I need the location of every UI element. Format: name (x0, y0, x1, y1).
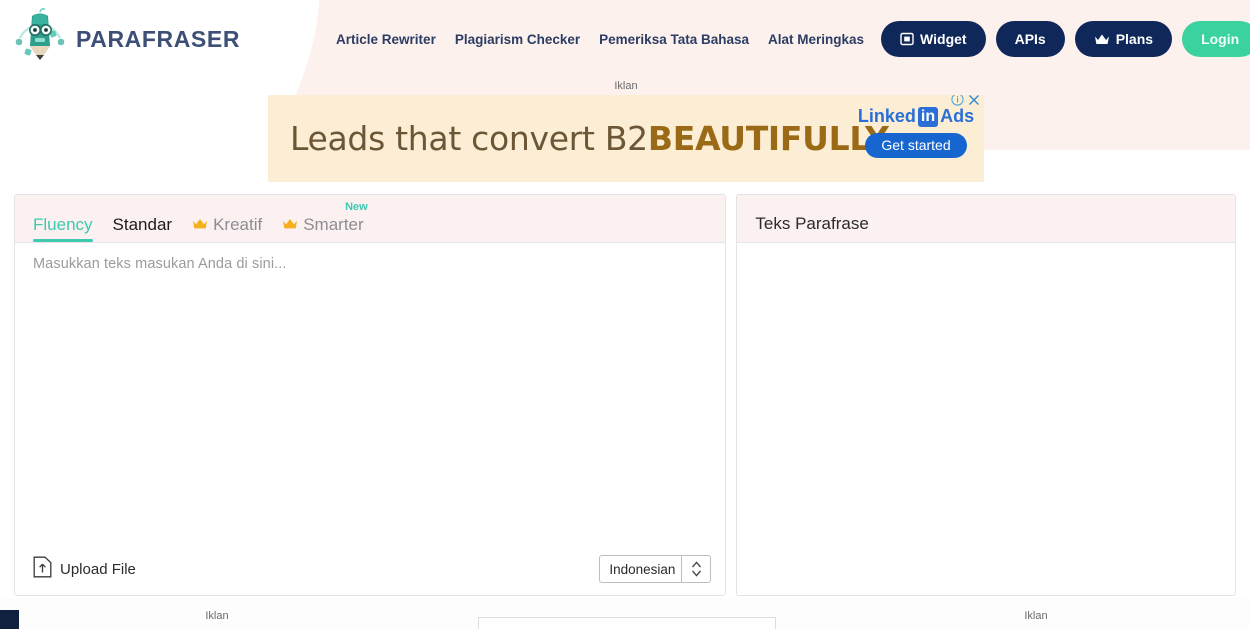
ad-label-top: Iklan (614, 80, 638, 92)
top-navigation-bar: PARAFRASER Article Rewriter Plagiarism C… (0, 0, 1250, 78)
ad-headline-plain: Leads that convert B2 (290, 119, 648, 158)
tab-smarter[interactable]: Smarter New (282, 201, 368, 242)
output-panel: Teks Parafrase (736, 194, 1236, 596)
nav-link-article-rewriter[interactable]: Article Rewriter (336, 32, 436, 47)
tab-smarter-label: Smarter (303, 215, 364, 234)
close-icon[interactable] (968, 95, 980, 110)
pencil-mascot-icon (14, 8, 66, 70)
ad-advertiser-block: Linked in Ads Get started (854, 106, 978, 158)
ad-label-bottom-right: Iklan (1024, 610, 1048, 622)
plans-button-label: Plans (1115, 31, 1154, 47)
mode-tabs-bar: Fluency Standar Kreatif Smarter New (15, 195, 726, 243)
nav-buttons: Widget APIs Plans Login Register (881, 21, 1250, 57)
tab-kreatif[interactable]: Kreatif (192, 215, 262, 242)
nav-link-pemeriksa-tata-bahasa[interactable]: Pemeriksa Tata Bahasa (599, 32, 749, 47)
language-selector[interactable]: Indonesian (599, 555, 712, 583)
plans-button[interactable]: Plans (1074, 21, 1173, 57)
linkedin-prefix: Linked (857, 106, 916, 126)
ad-cta-button[interactable]: Get started (865, 133, 967, 158)
tab-kreatif-label: Kreatif (213, 215, 263, 234)
ad-label-bottom-left: Iklan (205, 610, 229, 622)
widget-icon (900, 32, 914, 46)
apis-button[interactable]: APIs (995, 21, 1065, 57)
input-textarea-wrapper[interactable]: Masukkan teks masukan Anda di sini... (15, 243, 725, 543)
apis-button-label: APIs (1014, 31, 1046, 47)
input-panel: Fluency Standar Kreatif Smarter New Masu… (14, 194, 727, 596)
mode-tabs: Fluency Standar Kreatif Smarter New (33, 195, 368, 242)
upload-file-label: Upload File (60, 560, 136, 578)
crown-icon (192, 218, 208, 233)
linkedin-badge: in (917, 106, 939, 127)
tab-fluency[interactable]: Fluency (33, 215, 93, 242)
output-panel-footer (737, 543, 1235, 595)
info-icon[interactable] (951, 95, 964, 110)
ad-controls (951, 95, 980, 110)
chevron-updown-icon (688, 560, 705, 578)
widget-button[interactable]: Widget (881, 21, 986, 57)
output-panel-header: Teks Parafrase (737, 195, 1235, 243)
nav-link-alat-meringkas[interactable]: Alat Meringkas (768, 32, 864, 47)
ad-headline-bold: BEAUTIFULLY (647, 119, 889, 158)
widget-button-label: Widget (920, 31, 967, 47)
output-panel-title: Teks Parafrase (755, 214, 869, 233)
brand-logo[interactable]: PARAFRASER (14, 8, 240, 70)
login-button[interactable]: Login (1182, 21, 1250, 57)
tab-standar[interactable]: Standar (113, 215, 173, 242)
editor-panels: Fluency Standar Kreatif Smarter New Masu… (14, 194, 1236, 596)
upload-file-button[interactable]: Upload File (33, 556, 136, 582)
crown-icon (1094, 33, 1110, 46)
nav-links: Article Rewriter Plagiarism Checker Peme… (336, 32, 864, 47)
ad-headline: Leads that convert B2BEAUTIFULLY (290, 119, 889, 158)
tab-standar-label: Standar (112, 215, 173, 234)
ad-bottom-center-box (478, 617, 776, 629)
input-placeholder: Masukkan teks masukan Anda di sini... (33, 256, 287, 272)
output-textarea-wrapper[interactable] (737, 243, 1235, 543)
input-panel-footer: Upload File Indonesian (15, 543, 725, 595)
page-root: PARAFRASER Article Rewriter Plagiarism C… (0, 0, 1250, 629)
crown-icon (282, 218, 298, 233)
brand-name: PARAFRASER (76, 25, 241, 52)
ad-banner-linkedin[interactable]: Leads that convert B2BEAUTIFULLY Linked i… (268, 95, 984, 182)
upload-file-icon (33, 556, 52, 582)
tab-fluency-label: Fluency (33, 215, 93, 234)
login-button-label: Login (1201, 31, 1240, 47)
language-divider (681, 556, 683, 582)
side-floating-button[interactable] (0, 610, 19, 629)
top-advertisement: Iklan Leads that convert B2BEAUTIFULLY L… (268, 80, 984, 182)
nav-link-plagiarism-checker[interactable]: Plagiarism Checker (455, 32, 580, 47)
new-badge: New (345, 201, 368, 213)
language-selected-value: Indonesian (609, 561, 676, 577)
